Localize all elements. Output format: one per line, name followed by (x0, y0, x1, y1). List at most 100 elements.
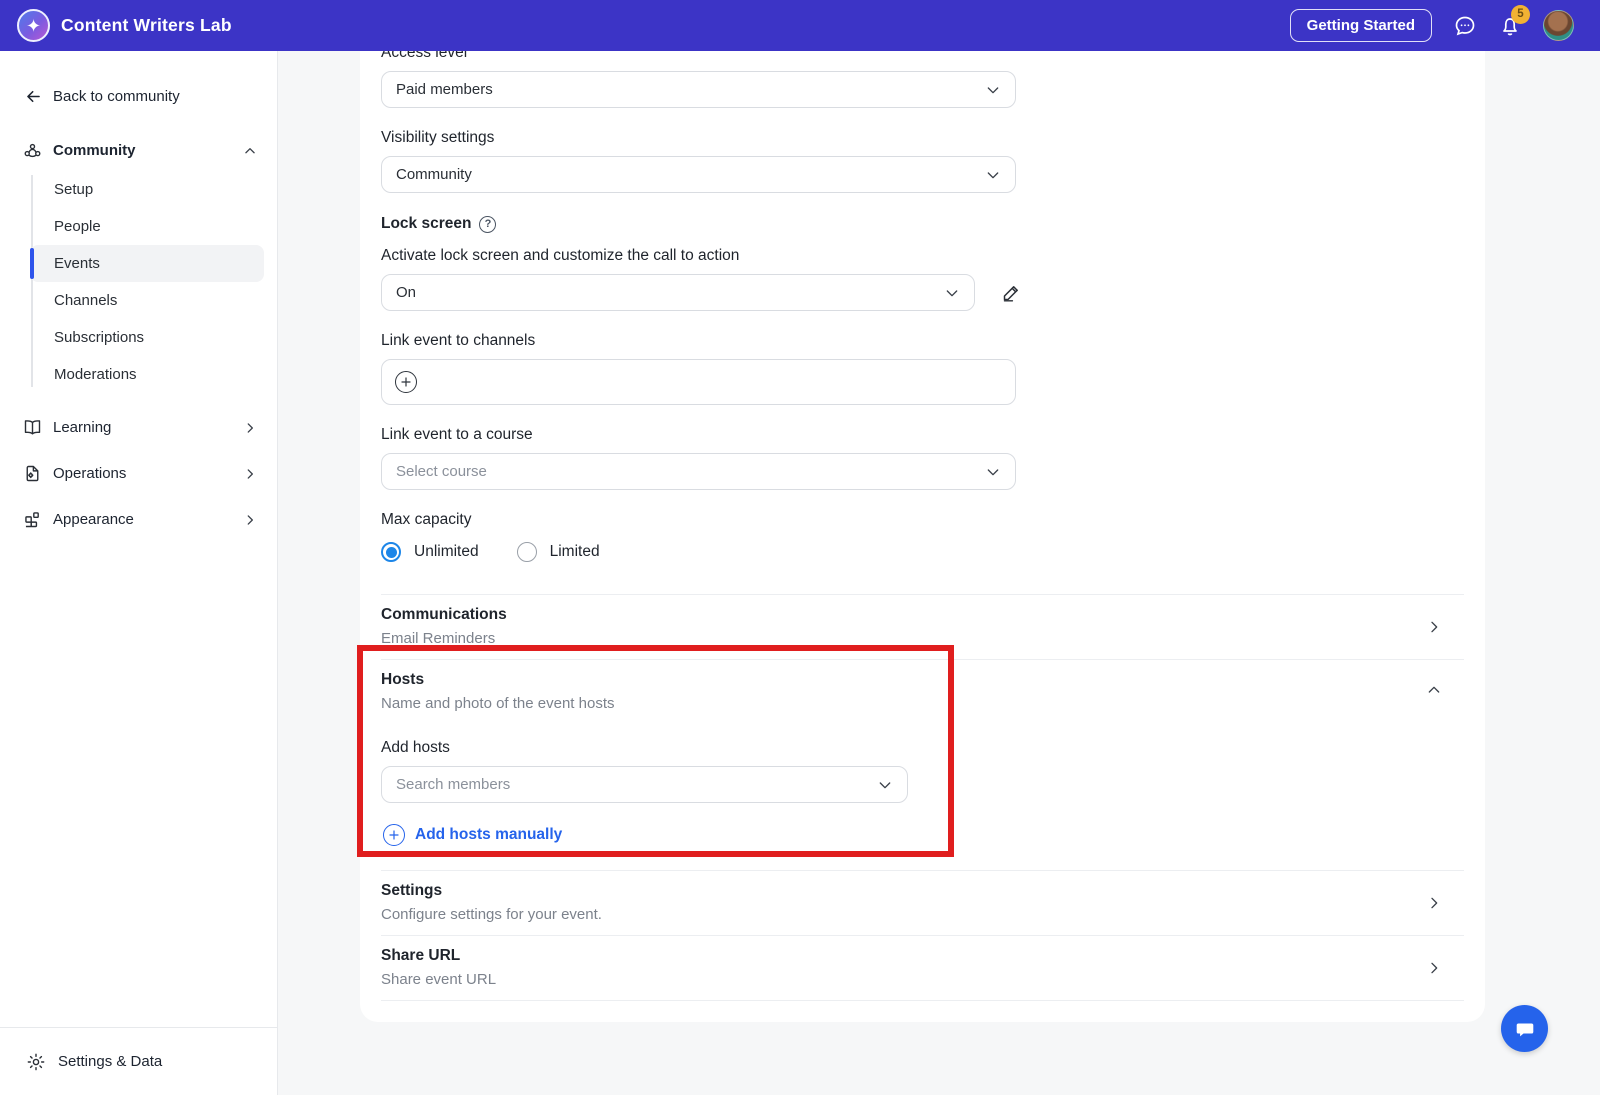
chevron-down-icon (985, 82, 1001, 98)
radio-option-unlimited[interactable]: Unlimited (381, 542, 479, 562)
top-bar: ✦ Content Writers Lab Getting Started 5 (0, 0, 1600, 51)
plus-circle-blue-icon (383, 824, 405, 846)
gear-icon (26, 1052, 46, 1072)
visibility-dropdown[interactable]: Community (381, 156, 1016, 193)
hosts-section-body: Add hosts Search members Add hosts manua… (381, 739, 1464, 846)
chevron-up-icon[interactable] (1426, 682, 1442, 698)
access-level-dropdown[interactable]: Paid members (381, 71, 1016, 108)
notification-count-badge: 5 (1511, 5, 1530, 24)
header-actions: Getting Started 5 (1290, 9, 1600, 42)
chevron-right-icon (243, 513, 257, 527)
max-capacity-label: Max capacity (381, 511, 1464, 529)
sidebar-item-label: Setup (54, 181, 93, 198)
communications-title: Communications (381, 606, 1464, 624)
notifications-bell[interactable]: 5 (1498, 14, 1522, 38)
sparkle-icon: ✦ (26, 17, 41, 35)
share-url-subtitle: Share event URL (381, 971, 1464, 988)
lock-screen-label: Lock screen (381, 215, 471, 233)
lock-screen-value: On (396, 284, 944, 301)
speech-bubble-icon (1513, 1017, 1537, 1041)
settings-row[interactable]: Settings Configure settings for your eve… (381, 871, 1464, 935)
hosts-row[interactable]: Hosts Name and photo of the event hosts (381, 660, 1464, 712)
share-url-title: Share URL (381, 947, 1464, 965)
chevron-up-icon[interactable] (243, 144, 257, 158)
link-course-placeholder: Select course (396, 463, 985, 480)
radio-unselected-icon[interactable] (517, 542, 537, 562)
sidebar-section-community[interactable]: Community (22, 140, 257, 161)
link-channels-field[interactable] (381, 359, 1016, 405)
book-icon (22, 417, 43, 438)
user-avatar[interactable] (1543, 10, 1574, 41)
community-subnav: Setup People Events Channels Subscriptio… (0, 171, 277, 393)
operations-document-gear-icon (22, 463, 43, 484)
sidebar: Back to community Community Setup People (0, 51, 278, 1095)
learning-label: Learning (53, 419, 111, 436)
settings-and-data-link[interactable]: Settings & Data (0, 1027, 277, 1095)
page: ✦ Content Writers Lab Getting Started 5 (0, 0, 1600, 1095)
radio-selected-icon[interactable] (381, 542, 401, 562)
sidebar-section-learning[interactable]: Learning (22, 409, 257, 446)
edit-pencil-icon[interactable] (1001, 282, 1022, 303)
getting-started-button[interactable]: Getting Started (1290, 9, 1432, 42)
plus-circle-icon[interactable] (395, 371, 417, 393)
sidebar-item-channels[interactable]: Channels (30, 282, 264, 319)
add-hosts-manually-label: Add hosts manually (415, 826, 562, 844)
help-icon[interactable]: ? (479, 216, 496, 233)
chat-icon[interactable] (1453, 14, 1477, 38)
sidebar-item-setup[interactable]: Setup (30, 171, 264, 208)
sidebar-item-label: Subscriptions (54, 329, 144, 346)
chevron-right-icon[interactable] (1426, 960, 1442, 976)
chevron-down-icon (985, 167, 1001, 183)
communications-subtitle: Email Reminders (381, 630, 1464, 647)
back-arrow-icon (24, 87, 43, 106)
access-level-value: Paid members (396, 81, 985, 98)
lock-screen-sublabel: Activate lock screen and customize the c… (381, 247, 1464, 265)
tree-indent-line (31, 175, 33, 387)
sidebar-item-people[interactable]: People (30, 208, 264, 245)
hosts-title: Hosts (381, 671, 1464, 689)
visibility-settings-label: Visibility settings (381, 129, 1464, 147)
sidebar-item-label: Events (54, 255, 100, 272)
sidebar-item-label: Moderations (54, 366, 137, 383)
sidebar-item-label: People (54, 218, 101, 235)
hosts-subtitle: Name and photo of the event hosts (381, 695, 1464, 712)
brand-logo-icon[interactable]: ✦ (17, 9, 50, 42)
chevron-down-icon (944, 285, 960, 301)
lock-screen-dropdown[interactable]: On (381, 274, 975, 311)
access-level-label: Access level (381, 51, 1464, 62)
radio-label-unlimited: Unlimited (414, 543, 479, 561)
chevron-down-icon (985, 464, 1001, 480)
chevron-right-icon (243, 421, 257, 435)
settings-subtitle: Configure settings for your event. (381, 906, 1464, 923)
search-members-dropdown[interactable]: Search members (381, 766, 908, 803)
chevron-right-icon[interactable] (1426, 895, 1442, 911)
visibility-value: Community (396, 166, 985, 183)
add-hosts-manually-button[interactable]: Add hosts manually (383, 824, 1464, 846)
back-to-community-label: Back to community (53, 88, 180, 105)
event-settings-panel: Access level Paid members Visibility set… (360, 51, 1485, 1022)
community-section-label: Community (53, 142, 136, 159)
sidebar-item-subscriptions[interactable]: Subscriptions (30, 319, 264, 356)
add-hosts-label: Add hosts (381, 739, 1464, 757)
sidebar-item-label: Channels (54, 292, 117, 309)
sidebar-section-operations[interactable]: Operations (22, 455, 257, 492)
lock-screen-heading: Lock screen ? (381, 215, 1464, 233)
radio-option-limited[interactable]: Limited (517, 542, 600, 562)
sidebar-section-appearance[interactable]: Appearance (22, 501, 257, 538)
chevron-down-icon (877, 777, 893, 793)
share-url-row[interactable]: Share URL Share event URL (381, 936, 1464, 1000)
radio-label-limited: Limited (550, 543, 600, 561)
back-to-community-link[interactable]: Back to community (24, 87, 277, 106)
link-course-dropdown[interactable]: Select course (381, 453, 1016, 490)
communications-row[interactable]: Communications Email Reminders (381, 595, 1464, 659)
sidebar-item-events[interactable]: Events (30, 245, 264, 282)
divider (381, 1000, 1464, 1001)
community-people-icon (22, 140, 43, 161)
brand-title: Content Writers Lab (61, 15, 232, 36)
sidebar-item-moderations[interactable]: Moderations (30, 356, 264, 393)
chat-fab-button[interactable] (1501, 1005, 1548, 1052)
chevron-right-icon[interactable] (1426, 619, 1442, 635)
link-channels-label: Link event to channels (381, 332, 1464, 350)
appearance-label: Appearance (53, 511, 134, 528)
chevron-right-icon (243, 467, 257, 481)
